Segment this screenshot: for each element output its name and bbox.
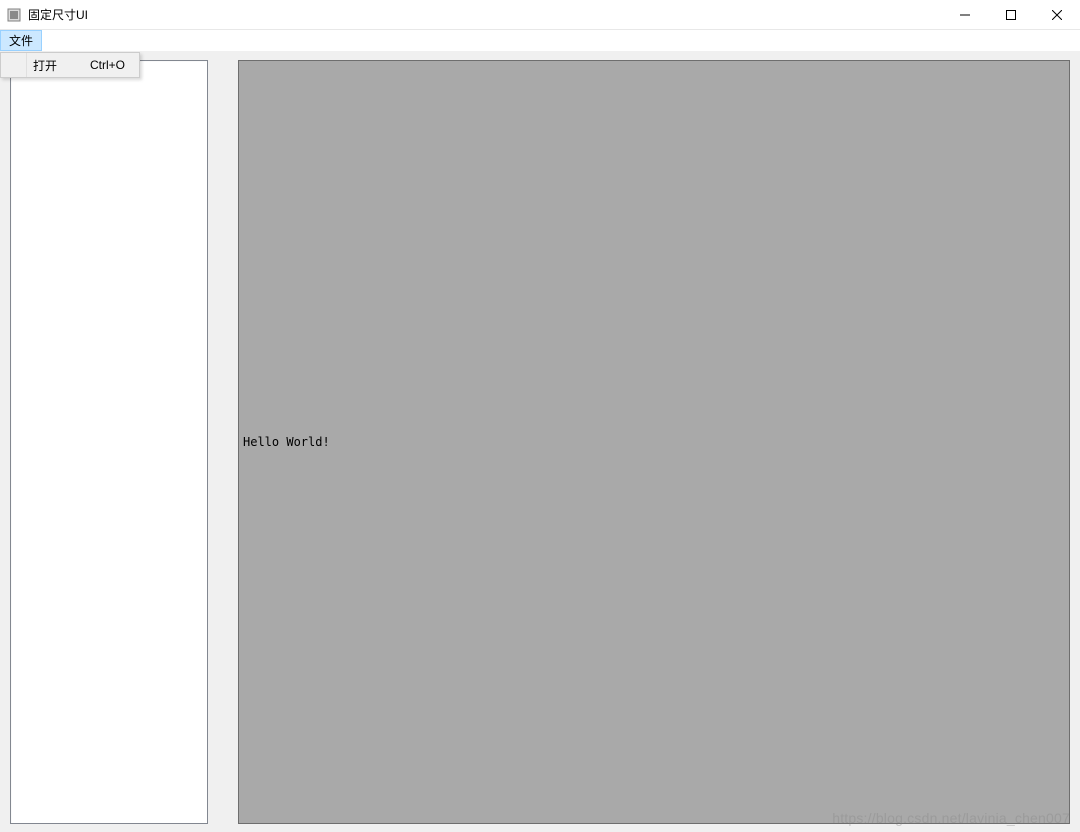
window-title: 固定尺寸UI	[28, 6, 88, 23]
maximize-button[interactable]	[988, 0, 1034, 30]
client-area: Hello World!	[0, 52, 1080, 832]
left-panel	[10, 60, 208, 824]
close-button[interactable]	[1034, 0, 1080, 30]
titlebar: 固定尺寸UI	[0, 0, 1080, 30]
menubar: 文件	[0, 30, 1080, 52]
app-icon	[6, 7, 22, 23]
menu-item-open-shortcut: Ctrl+O	[90, 58, 125, 72]
menu-file-label: 文件	[9, 32, 33, 49]
right-panel: Hello World!	[238, 60, 1070, 824]
menu-item-open-label: 打开	[33, 57, 57, 74]
minimize-button[interactable]	[942, 0, 988, 30]
menu-file-dropdown: 打开 Ctrl+O	[0, 52, 140, 78]
menu-file[interactable]: 文件	[0, 30, 42, 51]
menu-item-open[interactable]: 打开 Ctrl+O	[1, 53, 139, 77]
window-controls	[942, 0, 1080, 30]
content-text: Hello World!	[239, 435, 330, 449]
